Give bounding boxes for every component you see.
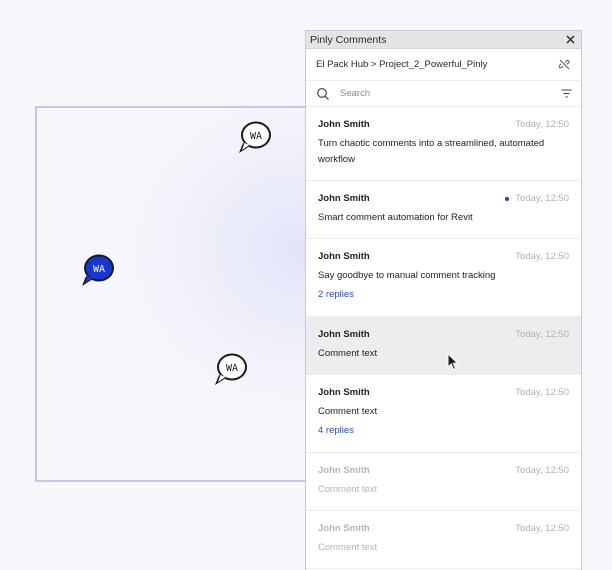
comment-text: Comment text bbox=[318, 348, 378, 359]
comment-author: John Smith bbox=[318, 329, 370, 340]
comment-author: John Smith bbox=[318, 523, 370, 534]
replies-link[interactable]: 2 replies bbox=[318, 289, 569, 300]
comment-text: Comment text bbox=[318, 484, 378, 495]
unlink-icon bbox=[558, 59, 569, 70]
comment-item[interactable]: John Smith Today, 12:50 Comment text bbox=[306, 511, 581, 569]
search-bar bbox=[306, 81, 581, 107]
close-icon bbox=[566, 35, 574, 44]
comment-time: Today, 12:50 bbox=[515, 387, 569, 398]
speech-bubble-icon: WA bbox=[239, 121, 271, 153]
comment-item[interactable]: John Smith Today, 12:50 Comment text bbox=[306, 317, 581, 375]
comment-author: John Smith bbox=[318, 193, 370, 204]
comment-text: Turn chaotic comments into a streamlined… bbox=[318, 138, 545, 165]
comment-text: Comment text bbox=[318, 406, 378, 417]
comment-pin[interactable]: WA bbox=[213, 351, 249, 387]
unlink-button[interactable] bbox=[557, 58, 571, 72]
comment-item[interactable]: John Smith Today, 12:50 Comment text 4 r… bbox=[306, 375, 581, 453]
comment-time: Today, 12:50 bbox=[515, 523, 569, 534]
comment-time: Today, 12:50 bbox=[515, 119, 569, 130]
comment-time: Today, 12:50 bbox=[515, 329, 569, 340]
pin-label: WA bbox=[250, 131, 262, 142]
mouse-cursor-icon bbox=[447, 353, 459, 371]
comment-item[interactable]: John Smith Today, 12:50 Comment text bbox=[306, 453, 581, 511]
comment-time: Today, 12:50 bbox=[515, 193, 569, 204]
comment-item[interactable]: John Smith Today, 12:50 Say goodbye to m… bbox=[306, 239, 581, 317]
close-button[interactable] bbox=[563, 33, 577, 47]
comment-author: John Smith bbox=[318, 465, 370, 476]
comment-list: John Smith Today, 12:50 Turn chaotic com… bbox=[306, 107, 581, 569]
pin-label: WA bbox=[226, 363, 238, 374]
speech-bubble-icon: WA bbox=[215, 353, 247, 385]
comment-text: Smart comment automation for Revit bbox=[318, 212, 473, 223]
unread-indicator bbox=[505, 196, 510, 201]
replies-link[interactable]: 4 replies bbox=[318, 425, 569, 436]
comment-pin[interactable]: WA bbox=[237, 119, 273, 155]
panel-titlebar: Pinly Comments bbox=[306, 31, 581, 49]
comment-author: John Smith bbox=[318, 387, 370, 398]
comment-author: John Smith bbox=[318, 119, 370, 130]
comment-time: Today, 12:50 bbox=[515, 465, 569, 476]
search-input[interactable] bbox=[340, 88, 559, 99]
view-frame bbox=[35, 106, 325, 482]
comment-text: Comment text bbox=[318, 542, 378, 553]
filter-button[interactable] bbox=[559, 87, 573, 101]
search-icon bbox=[317, 87, 329, 100]
speech-bubble-icon: WA bbox=[82, 254, 114, 286]
comment-author: John Smith bbox=[318, 251, 370, 262]
comment-pin[interactable]: WA bbox=[80, 252, 116, 288]
breadcrumb-text[interactable]: El Pack Hub > Project_2_Powerful_Pinly bbox=[316, 59, 487, 70]
comment-item[interactable]: John Smith Today, 12:50 Turn chaotic com… bbox=[306, 107, 581, 181]
comment-time: Today, 12:50 bbox=[515, 251, 569, 262]
comments-panel: Pinly Comments El Pack Hub > Project_2_P… bbox=[305, 30, 582, 570]
panel-title: Pinly Comments bbox=[310, 33, 387, 46]
comment-item[interactable]: John Smith Today, 12:50 Smart comment au… bbox=[306, 181, 581, 239]
comment-text: Say goodbye to manual comment tracking bbox=[318, 270, 496, 281]
breadcrumb: El Pack Hub > Project_2_Powerful_Pinly bbox=[306, 49, 581, 81]
filter-icon bbox=[561, 89, 571, 98]
pin-label: WA bbox=[93, 264, 105, 275]
